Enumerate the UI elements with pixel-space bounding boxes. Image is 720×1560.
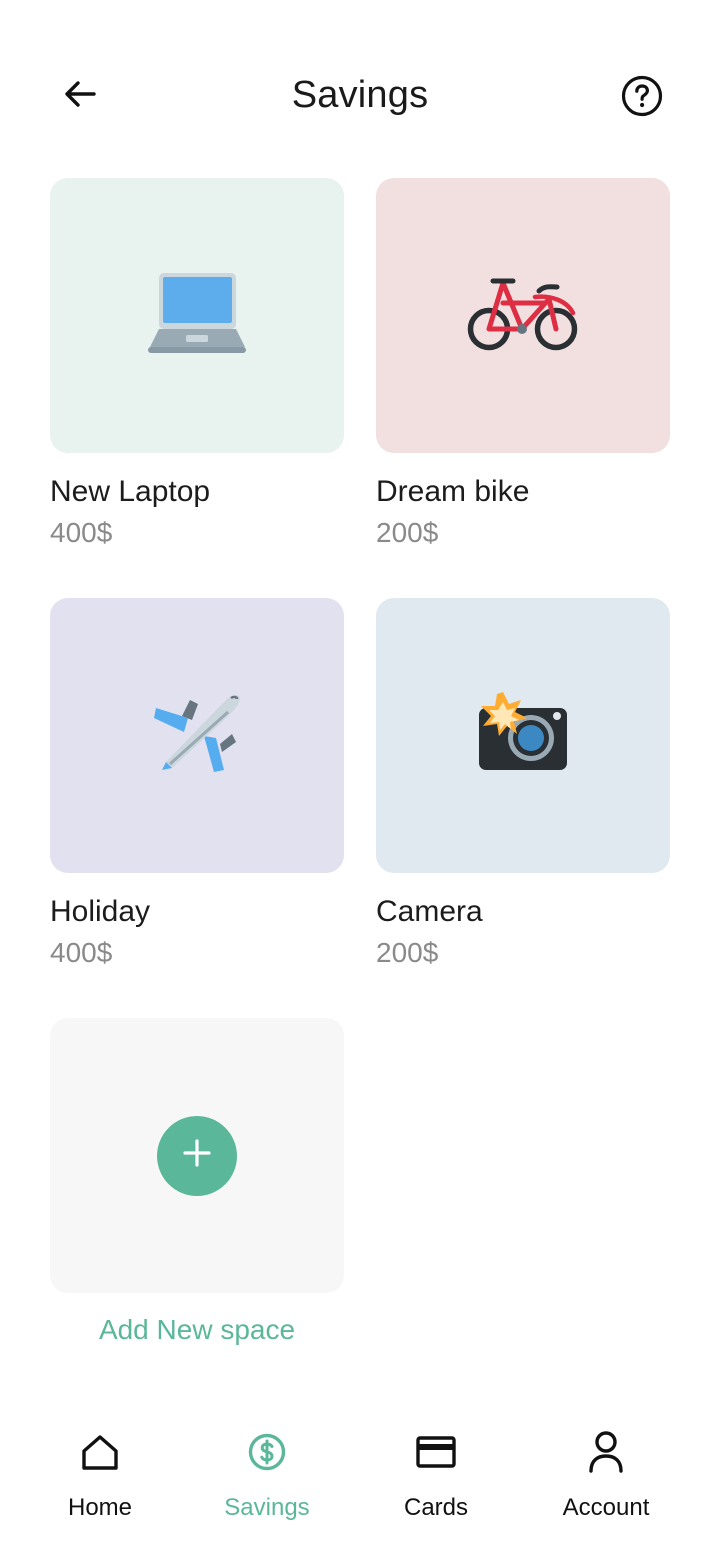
header: Savings — [0, 0, 720, 190]
nav-label: Account — [562, 1494, 650, 1521]
saving-card-dream-bike[interactable]: Dream bike 200$ — [376, 178, 670, 549]
help-circle-icon — [620, 74, 664, 123]
savings-screen: Savings New Laptop 400$ Dream bike 200$ … — [0, 0, 720, 1560]
bottom-nav: Home Savings Cards Account — [0, 1420, 720, 1560]
saving-card-camera[interactable]: Camera 200$ — [376, 598, 670, 969]
nav-label: Cards — [403, 1494, 469, 1521]
saving-tile — [376, 598, 670, 873]
nav-item-home[interactable]: Home — [20, 1430, 180, 1522]
add-space-label[interactable]: Add New space — [50, 1314, 344, 1346]
page-title: Savings — [291, 74, 429, 116]
nav-item-savings[interactable]: Savings — [187, 1430, 347, 1522]
saving-card-holiday[interactable]: Holiday 400$ — [50, 598, 344, 969]
saving-name: Camera — [376, 895, 483, 928]
saving-tile — [50, 178, 344, 453]
airplane-icon — [152, 688, 242, 783]
nav-label: Home — [67, 1494, 133, 1521]
camera-flash-icon — [477, 692, 569, 779]
saving-card-new-laptop[interactable]: New Laptop 400$ — [50, 178, 344, 549]
nav-item-account[interactable]: Account — [526, 1430, 686, 1522]
saving-name: New Laptop — [50, 475, 211, 508]
saving-amount: 400$ — [50, 517, 113, 548]
saving-amount: 200$ — [376, 937, 439, 968]
saving-tile — [376, 178, 670, 453]
add-space-tile — [50, 1018, 344, 1293]
nav-item-cards[interactable]: Cards — [356, 1430, 516, 1522]
laptop-icon — [148, 271, 246, 360]
saving-amount: 200$ — [376, 517, 439, 548]
credit-card-icon — [414, 1430, 458, 1474]
nav-label: Savings — [224, 1494, 310, 1521]
saving-name: Holiday — [50, 895, 151, 928]
saving-amount: 400$ — [50, 937, 113, 968]
help-button[interactable] — [616, 72, 668, 124]
bicycle-icon — [467, 273, 579, 358]
saving-name: Dream bike — [376, 475, 530, 508]
add-space-button[interactable] — [157, 1115, 237, 1196]
dollar-circle-icon — [245, 1430, 289, 1474]
home-icon — [78, 1430, 122, 1474]
saving-tile — [50, 598, 344, 873]
add-space-card[interactable] — [50, 1018, 344, 1293]
plus-icon — [182, 1138, 212, 1173]
user-icon — [584, 1430, 628, 1474]
